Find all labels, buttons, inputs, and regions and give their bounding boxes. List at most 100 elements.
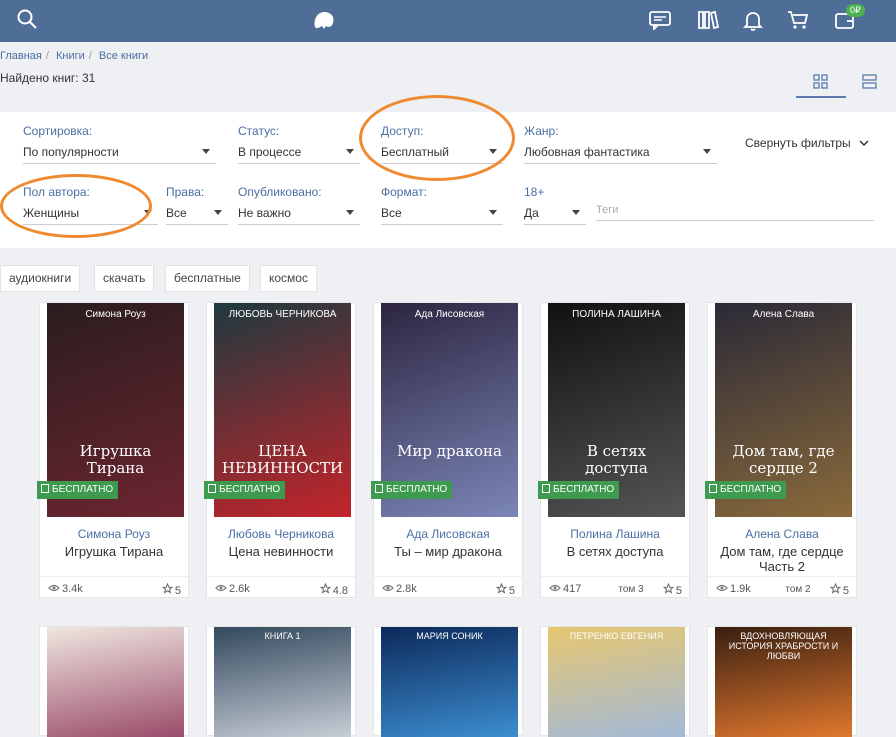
cover-author: Алена Слава <box>752 309 815 320</box>
book-card[interactable]: Ада Лисовская Мир дракона БЕСПЛАТНО Ада Лис… <box>371 302 523 598</box>
tag-chip[interactable]: аудиокниги <box>0 265 81 292</box>
tag-chip[interactable]: скачать <box>94 265 155 292</box>
filter-status[interactable]: Статус: В процессе <box>238 124 360 164</box>
view-switcher <box>796 62 896 98</box>
bell-icon[interactable] <box>742 10 764 37</box>
book-cover[interactable]: МАРИЯ СОНИК <box>381 627 518 737</box>
cover-title: Дом там, где сердце 2 <box>732 442 835 477</box>
cart-icon[interactable] <box>787 10 809 35</box>
tags-input[interactable]: Теги <box>596 204 874 221</box>
book-author[interactable]: Ада Лисовская <box>374 527 522 541</box>
grid-view-button[interactable] <box>796 62 846 98</box>
highlight-access-oval <box>359 95 515 181</box>
cover-author: ПОЛИНА ЛАШИНА <box>572 309 661 320</box>
top-navigation-bar: 0₽ <box>0 0 896 42</box>
messages-icon[interactable] <box>648 10 672 35</box>
star-icon <box>495 582 508 594</box>
cover-title: ВДОХНОВЛЯЮЩАЯ ИСТОРИЯ ХРАБРОСТИ И ЛЮБВИ <box>728 631 839 661</box>
book-author[interactable]: Любовь Черникова <box>207 527 355 541</box>
chevron-down-icon <box>703 149 711 154</box>
filter-rights[interactable]: Права: Все <box>166 185 228 225</box>
breadcrumb: Главная / Книги / Все книги <box>0 50 149 62</box>
book-stats: 3.4k 5 <box>40 576 188 598</box>
tag-chip[interactable]: космос <box>260 265 317 292</box>
book-icon <box>542 484 550 493</box>
cover-title: МАРИЯ СОНИК <box>416 631 483 641</box>
book-card[interactable] <box>39 626 189 737</box>
book-card[interactable]: ВДОХНОВЛЯЮЩАЯ ИСТОРИЯ ХРАБРОСТИ И ЛЮБВИ <box>707 626 857 737</box>
highlight-gender-oval <box>0 174 152 238</box>
views-count: 2.8k <box>382 583 417 595</box>
cover-title: Игрушка Тирана <box>79 442 152 477</box>
book-card[interactable]: ПЕТРЕНКО ЕВГЕНИЯ <box>540 626 690 737</box>
breadcrumb-all-books[interactable]: Все книги <box>99 50 148 62</box>
cover-title: ПЕТРЕНКО ЕВГЕНИЯ <box>569 631 664 641</box>
cover-title: КНИГА 1 <box>264 631 301 641</box>
book-title[interactable]: В сетях доступа <box>541 544 689 559</box>
eye-icon <box>48 584 60 592</box>
book-title[interactable]: Ты – мир дракона <box>374 544 522 559</box>
logo-icon[interactable] <box>312 9 336 36</box>
free-badge: БЕСПЛАТНО <box>705 481 787 499</box>
book-cover[interactable]: КНИГА 1 <box>214 627 351 737</box>
chevron-down-icon <box>572 210 580 215</box>
book-card[interactable]: КНИГА 1 <box>206 626 356 737</box>
book-stats: 2.6k 4.8 <box>207 576 355 598</box>
tag-chip[interactable]: бесплатные <box>165 265 250 292</box>
filter-published[interactable]: Опубликовано: Не важно <box>238 185 360 225</box>
eye-icon <box>215 584 227 592</box>
book-author[interactable]: Симона Роуз <box>40 527 188 541</box>
eye-icon <box>549 584 561 592</box>
rating: 5 <box>662 582 682 597</box>
cover-title: ЦЕНА НЕВИННОСТИ <box>221 442 344 477</box>
book-icon <box>709 484 717 493</box>
cover-title: В сетях доступа <box>585 442 648 477</box>
balance-badge: 0₽ <box>846 4 865 17</box>
volume-number: том 2 <box>785 584 811 595</box>
book-title[interactable]: Цена невинности <box>207 544 355 559</box>
book-stats: 2.8k 5 <box>374 576 522 598</box>
book-cover[interactable] <box>47 627 184 737</box>
list-view-button[interactable] <box>846 62 896 98</box>
chevron-down-icon <box>346 149 354 154</box>
eye-icon <box>716 584 728 592</box>
rating: 5 <box>829 582 849 597</box>
book-cover[interactable]: ВДОХНОВЛЯЮЩАЯ ИСТОРИЯ ХРАБРОСТИ И ЛЮБВИ <box>715 627 852 737</box>
book-author[interactable]: Алена Слава <box>708 527 856 541</box>
breadcrumb-home[interactable]: Главная <box>0 50 42 62</box>
cover-author: Симона Роуз <box>85 309 146 320</box>
book-stats: 417 том 3 5 <box>541 576 689 598</box>
library-icon[interactable] <box>697 10 720 35</box>
breadcrumb-books[interactable]: Книги <box>56 50 85 62</box>
book-card[interactable]: ЛЮБОВЬ ЧЕРНИКОВА ЦЕНА НЕВИННОСТИ БЕСПЛАТНО… <box>204 302 356 598</box>
views-count: 2.6k <box>215 583 250 595</box>
filter-format[interactable]: Формат: Все <box>381 185 503 225</box>
free-badge: БЕСПЛАТНО <box>538 481 620 499</box>
book-card[interactable]: МАРИЯ СОНИК <box>373 626 523 737</box>
chevron-down-icon <box>859 140 869 147</box>
cover-author: ЛЮБОВЬ ЧЕРНИКОВА <box>228 309 337 320</box>
free-badge: БЕСПЛАТНО <box>204 481 286 499</box>
search-icon[interactable] <box>16 8 38 35</box>
volume-number: том 3 <box>618 584 644 595</box>
chevron-down-icon <box>202 149 210 154</box>
rating: 4.8 <box>319 582 348 597</box>
filter-adult[interactable]: 18+ Да <box>524 185 586 225</box>
results-count: Найдено книг: 31 <box>0 71 96 85</box>
list-icon <box>862 74 877 89</box>
book-card[interactable]: Алена Слава Дом там, где сердце 2 БЕСПЛАТН… <box>705 302 857 598</box>
grid-icon <box>813 74 828 89</box>
filter-genre[interactable]: Жанр: Любовная фантастика <box>524 124 717 164</box>
collapse-filters-button[interactable]: Свернуть фильтры <box>745 136 869 150</box>
book-card[interactable]: Симона Роуз Игрушка Тирана БЕСПЛАТНО Симона… <box>37 302 189 598</box>
book-title[interactable]: Дом там, где сердце Часть 2 <box>708 544 856 574</box>
star-icon <box>662 582 675 594</box>
book-cover[interactable]: ПЕТРЕНКО ЕВГЕНИЯ <box>548 627 685 737</box>
eye-icon <box>382 584 394 592</box>
book-card[interactable]: ПОЛИНА ЛАШИНА В сетях доступа БЕСПЛАТНО Пол… <box>538 302 690 598</box>
book-author[interactable]: Полина Лашина <box>541 527 689 541</box>
book-icon <box>41 484 49 493</box>
book-title[interactable]: Игрушка Тирана <box>40 544 188 559</box>
cover-author: Ада Лисовская <box>414 309 485 320</box>
filter-sort[interactable]: Сортировка: По популярности <box>23 124 216 164</box>
